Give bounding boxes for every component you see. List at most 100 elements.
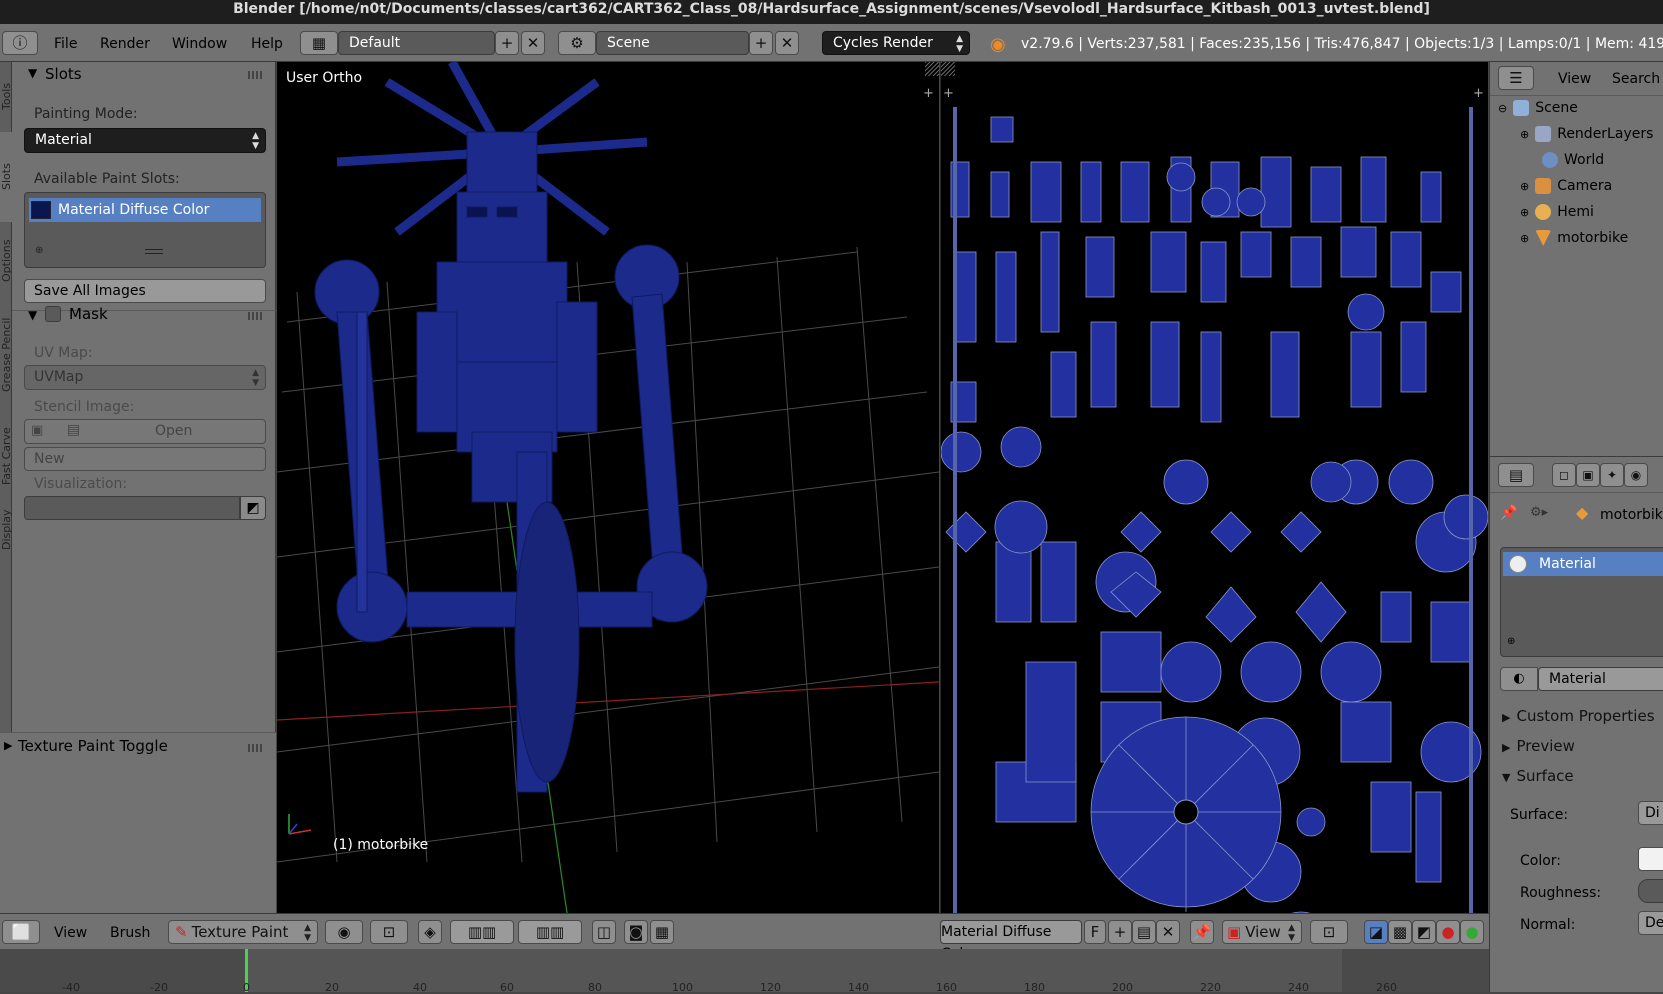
outliner-item-hemi[interactable]: ⊕ Hemi	[1490, 199, 1663, 225]
tab-slots[interactable]: Slots	[0, 132, 13, 222]
new-image-button[interactable]: New	[24, 447, 266, 471]
viewport-shading-icon[interactable]: ◉	[325, 920, 363, 944]
list-item[interactable]: Material	[1503, 552, 1663, 576]
roughness-slider[interactable]	[1638, 879, 1663, 903]
new-image-icon[interactable]: +	[1108, 920, 1132, 944]
menu-render[interactable]: Render	[100, 36, 150, 52]
eyedropper-icon[interactable]: ◩	[240, 496, 266, 520]
checker-icon[interactable]: ▩	[1388, 920, 1412, 944]
area-split-corner-icon[interactable]	[925, 62, 939, 76]
remove-scene-button[interactable]: ✕	[775, 31, 799, 55]
world-tab-icon[interactable]: ◉	[1624, 463, 1648, 487]
mask-checkbox[interactable]	[45, 306, 61, 322]
layer-buttons[interactable]: ▥▥	[450, 920, 514, 944]
menu-file[interactable]: File	[54, 36, 77, 52]
viewport-menu-brush[interactable]: Brush	[110, 925, 150, 941]
outliner-item-motorbike[interactable]: ⊕ motorbike	[1490, 225, 1663, 251]
scene-field[interactable]: Scene	[596, 31, 749, 55]
add-scene-button[interactable]: +	[749, 31, 773, 55]
normal-field[interactable]: De	[1638, 911, 1663, 935]
slots-panel-title[interactable]: Slots	[45, 65, 82, 83]
pivot-icon[interactable]: ⊡	[1310, 920, 1348, 944]
uv-map-dropdown[interactable]: UVMap ▲ ▼	[24, 365, 266, 390]
unlink-image-icon[interactable]: ✕	[1156, 920, 1180, 944]
outliner-item-camera[interactable]: ⊕ Camera	[1490, 173, 1663, 199]
layers-tab-icon[interactable]: ▣	[1576, 463, 1600, 487]
render-engine-dropdown[interactable]: Cycles Render ▲ ▼	[822, 31, 970, 55]
tab-tools[interactable]: Tools	[0, 66, 13, 126]
drag-handle-icon[interactable]	[248, 71, 264, 79]
tab-grease-pencil[interactable]: Grease Pencil	[0, 300, 13, 410]
pin-image-icon[interactable]: 📌	[1190, 920, 1214, 944]
open-image-icon[interactable]: ▤	[1132, 920, 1156, 944]
properties-toggle-icon[interactable]: +	[923, 86, 934, 101]
add-layout-button[interactable]: +	[495, 31, 519, 55]
toolshelf-toggle-icon[interactable]: +	[943, 86, 954, 101]
collapse-arrow-icon[interactable]: ▼	[28, 308, 37, 322]
tab-options[interactable]: Options	[0, 228, 13, 294]
screen-layout-icon[interactable]: ▦	[300, 31, 338, 55]
render-animation-icon[interactable]: ▦	[650, 920, 674, 944]
uv-image-editor[interactable]: + +	[940, 62, 1488, 913]
open-image-button[interactable]: Open	[155, 423, 192, 439]
list-item[interactable]: Material Diffuse Color	[29, 198, 261, 222]
folder-icon[interactable]: ▤	[67, 422, 80, 438]
outliner-item-renderlayers[interactable]: ⊕ RenderLayers	[1490, 121, 1663, 147]
material-name-field[interactable]: Material	[1538, 667, 1663, 691]
drag-handle-icon[interactable]	[248, 744, 264, 752]
channel-icon[interactable]: ●	[1460, 920, 1484, 944]
curve-icon[interactable]: ◩	[1412, 920, 1436, 944]
paint-mode-icon[interactable]: ◪	[1364, 920, 1388, 944]
fake-user-button[interactable]: F	[1084, 920, 1106, 944]
view-mode-dropdown[interactable]: ▣ View ▲ ▼	[1222, 920, 1302, 944]
section-surface[interactable]: ▼ Surface	[1502, 767, 1574, 785]
mask-panel-title[interactable]: Mask	[69, 305, 108, 323]
outliner-item-world[interactable]: World	[1490, 147, 1663, 173]
tab-display[interactable]: Display	[0, 502, 13, 558]
collapse-arrow-icon[interactable]: ▼	[28, 66, 37, 80]
drag-handle-icon[interactable]	[248, 312, 264, 320]
image-browse-icon[interactable]: ▣	[31, 423, 43, 438]
paint-slot-list[interactable]: Material Diffuse Color ⊕	[24, 192, 266, 268]
area-split-corner-icon[interactable]	[941, 62, 955, 76]
editor-type-button[interactable]: ⬜	[2, 920, 40, 944]
render-preview-icon[interactable]: ◙	[624, 920, 648, 944]
expand-arrow-icon[interactable]: ▶	[4, 739, 12, 752]
editor-type-button[interactable]: ⓘ	[2, 31, 38, 55]
timeline[interactable]: -40 -20 0 20 40 60 80 100 120 140 160 18…	[0, 949, 1489, 994]
viewport-menu-view[interactable]: View	[54, 925, 87, 941]
texture-paint-toggle-title[interactable]: Texture Paint Toggle	[18, 737, 168, 755]
outliner-editor-icon[interactable]: ☰	[1498, 66, 1534, 90]
local-view-icon[interactable]: ◫	[592, 920, 616, 944]
layer-buttons[interactable]: ▥▥	[518, 920, 582, 944]
properties-toggle-icon[interactable]: +	[1473, 86, 1484, 101]
scene-tab-icon[interactable]: ✦	[1600, 463, 1624, 487]
painting-mode-dropdown[interactable]: Material ▲ ▼	[24, 128, 266, 153]
3d-viewport[interactable]: User Ortho (1) motorbike +	[277, 62, 939, 913]
stencil-image-selector[interactable]: ▣ ▤ Open	[24, 419, 266, 444]
section-custom-properties[interactable]: ▶ Custom Properties	[1502, 707, 1655, 725]
material-slot-list[interactable]: Material ⊕	[1500, 547, 1663, 657]
remove-layout-button[interactable]: ✕	[521, 31, 545, 55]
image-name-field[interactable]: Material Diffuse Color	[940, 920, 1082, 962]
screen-layout-field[interactable]: Default	[338, 31, 495, 55]
outliner-menu-search[interactable]: Search	[1612, 71, 1660, 87]
pin-icon[interactable]: 📌	[1500, 505, 1517, 521]
outliner-menu-view[interactable]: View	[1558, 71, 1591, 87]
properties-editor-icon[interactable]: ▤	[1498, 463, 1534, 487]
scene-icon-button[interactable]: ⚙	[558, 31, 596, 55]
tab-fast-carve[interactable]: Fast Carve	[0, 416, 13, 496]
material-browse-icon[interactable]: ◐	[1500, 667, 1538, 691]
pivot-point-icon[interactable]: ⊡	[370, 920, 408, 944]
mode-dropdown[interactable]: ✎ Texture Paint ▲ ▼	[168, 920, 318, 944]
add-slot-icon[interactable]: ⊕	[35, 245, 43, 256]
resize-grip-icon[interactable]	[145, 249, 163, 254]
record-icon[interactable]: ●	[1436, 920, 1460, 944]
save-all-images-button[interactable]: Save All Images	[24, 279, 266, 303]
color-swatch[interactable]	[1638, 847, 1663, 871]
add-slot-icon[interactable]: ⊕	[1507, 636, 1515, 647]
outliner-item-scene[interactable]: ⊖ Scene	[1490, 95, 1663, 121]
menu-help[interactable]: Help	[251, 36, 283, 52]
surface-shader-field[interactable]: Di	[1638, 801, 1663, 825]
face-mask-icon[interactable]: ◈	[418, 920, 442, 944]
